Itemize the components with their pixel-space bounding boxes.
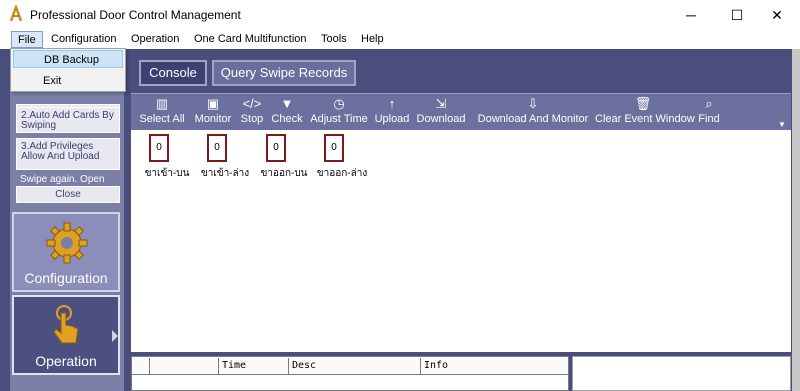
- close-button[interactable]: ✕: [754, 0, 800, 30]
- tool-label: Select All: [139, 113, 185, 125]
- monitor-button[interactable]: ▣ Monitor: [191, 96, 235, 130]
- file-menu-dropdown: DB Backup Exit: [10, 48, 126, 92]
- upload-button[interactable]: ↑ Upload: [373, 96, 411, 130]
- stop-button[interactable]: </> Stop: [237, 96, 267, 130]
- column-header-time[interactable]: Time: [219, 358, 289, 375]
- stop-icon: </>: [242, 96, 262, 111]
- nav-operation[interactable]: Operation: [12, 295, 120, 375]
- app-window: Professional Door Control Management ─ ☐…: [0, 0, 800, 391]
- window-edge: [792, 49, 800, 391]
- check-icon: ▼: [280, 96, 294, 111]
- console-panel: 0 ขาเข้า-บน 0 ขาเข้า-ล่าง 0 ขาออก-บน 0 ข…: [131, 130, 791, 352]
- tool-label: Adjust Time: [310, 113, 368, 125]
- tool-label: Download: [416, 113, 466, 125]
- menu-bar: File Configuration Operation One Card Mu…: [0, 30, 800, 49]
- detail-pane: [572, 356, 791, 391]
- door-label: ขาเข้า-บน: [144, 168, 190, 179]
- menu-one-card-multifunction[interactable]: One Card Multifunction: [188, 31, 313, 48]
- download-monitor-icon: ⇩: [527, 96, 539, 111]
- app-logo-icon: [9, 5, 23, 22]
- select-all-icon: ▥: [155, 96, 169, 111]
- monitor-icon: ▣: [206, 96, 220, 111]
- window-title: Professional Door Control Management: [30, 8, 241, 22]
- tool-label: Upload: [374, 113, 410, 125]
- adjust-time-button[interactable]: ◷ Adjust Time: [309, 96, 369, 130]
- download-and-monitor-button[interactable]: ⇩ Download And Monitor: [475, 96, 591, 130]
- title-bar: Professional Door Control Management ─ ☐…: [0, 0, 800, 30]
- swipe-tip: Swipe again. Open: [20, 174, 105, 185]
- menu-file[interactable]: File: [11, 31, 43, 48]
- menu-configuration[interactable]: Configuration: [45, 31, 122, 48]
- left-panel: 2.Auto Add Cards By Swiping 3.Add Privil…: [10, 49, 124, 391]
- maximize-icon: ☐: [730, 6, 744, 23]
- close-panel-button[interactable]: Close: [16, 186, 120, 203]
- nav-configuration-label: Configuration: [24, 270, 108, 286]
- nav-operation-label: Operation: [35, 353, 97, 369]
- door-item[interactable]: 0 ขาเข้า-ล่าง: [195, 134, 255, 180]
- menu-item-db-backup[interactable]: DB Backup: [13, 50, 123, 68]
- trash-icon: 🗑: [634, 96, 652, 111]
- check-button[interactable]: ▼ Check: [269, 96, 305, 130]
- menu-operation[interactable]: Operation: [125, 31, 185, 48]
- tab-console[interactable]: Console: [139, 60, 207, 86]
- step-auto-add-cards[interactable]: 2.Auto Add Cards By Swiping: [16, 107, 120, 133]
- close-icon: ✕: [771, 6, 783, 23]
- tool-label: Check: [271, 113, 303, 125]
- door-item[interactable]: 0 ขาเข้า-บน: [137, 134, 197, 180]
- tab-query-swipe-records[interactable]: Query Swipe Records: [212, 60, 356, 86]
- find-button[interactable]: ⌕ Find: [695, 96, 723, 130]
- door-label: ขาออก-ล่าง: [316, 168, 368, 179]
- door-indicator[interactable]: 0: [266, 134, 286, 162]
- door-label: ขาออก-บน: [260, 168, 308, 179]
- menu-item-exit[interactable]: Exit: [13, 72, 123, 90]
- nav-configuration[interactable]: Configuration: [12, 212, 120, 292]
- tool-label: Clear Event Window: [595, 113, 695, 125]
- column-header-blank[interactable]: [150, 358, 219, 375]
- door-item[interactable]: 0 ขาออก-บน: [254, 134, 314, 180]
- tool-label: Download And Monitor: [477, 113, 589, 125]
- clear-event-window-button[interactable]: 🗑 Clear Event Window: [595, 96, 695, 130]
- minimize-button[interactable]: ─: [668, 0, 714, 30]
- select-all-button[interactable]: ▥ Select All: [139, 96, 185, 130]
- toolbar-overflow-arrow[interactable]: ▼: [778, 120, 786, 129]
- search-icon: ⌕: [705, 96, 713, 111]
- download-icon: ⇲: [435, 96, 447, 111]
- event-table: Time Desc Info: [131, 356, 569, 391]
- upload-icon: ↑: [388, 96, 396, 111]
- clock-icon: ◷: [333, 96, 345, 111]
- hand-pointer-icon: [53, 305, 79, 344]
- door-indicator[interactable]: 0: [207, 134, 227, 162]
- menu-help[interactable]: Help: [355, 31, 390, 48]
- download-button[interactable]: ⇲ Download: [416, 96, 466, 130]
- toolbar: ▥ Select All ▣ Monitor </> Stop ▼ Check …: [131, 93, 791, 130]
- column-header-blank[interactable]: [132, 358, 150, 375]
- nav-selected-pointer: [112, 330, 118, 342]
- tool-label: Stop: [240, 113, 264, 125]
- step-add-privileges[interactable]: 3.Add Privileges Allow And Upload: [16, 138, 120, 170]
- tool-label: Find: [698, 113, 720, 125]
- gear-icon: [46, 222, 88, 264]
- column-header-info[interactable]: Info: [421, 358, 568, 375]
- door-indicator[interactable]: 0: [149, 134, 169, 162]
- door-indicator[interactable]: 0: [324, 134, 344, 162]
- column-header-desc[interactable]: Desc: [289, 358, 421, 375]
- tool-label: Monitor: [194, 113, 232, 125]
- minimize-icon: ─: [686, 7, 696, 23]
- menu-tools[interactable]: Tools: [315, 31, 353, 48]
- door-item[interactable]: 0 ขาออก-ล่าง: [312, 134, 372, 180]
- door-label: ขาเข้า-ล่าง: [200, 168, 250, 179]
